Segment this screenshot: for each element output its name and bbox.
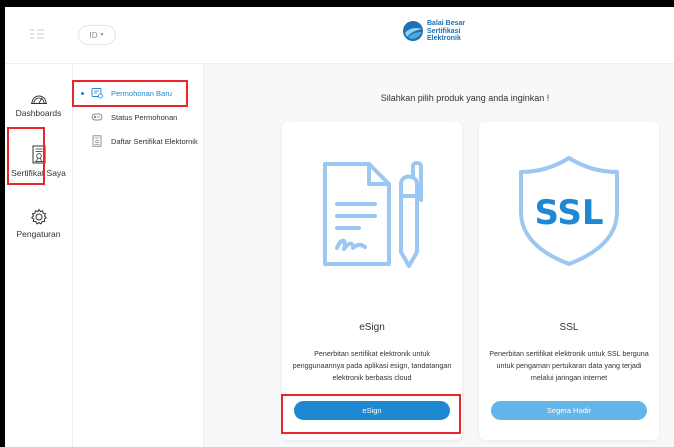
submenu-panel: Permohonan Baru Status Permohonan Daftar… [73,64,204,447]
brand-text: Balai Besar Sertifikasi Elektronik [427,20,465,43]
brand-line: Elektronik [427,35,461,42]
rail-label: Pengaturan [16,229,61,239]
rail-label: Dashboards [15,108,62,118]
rail-label: Sertifikat Saya [11,168,66,178]
new-request-icon [91,88,103,99]
certificate-list-icon [92,135,102,147]
esign-button[interactable]: eSign [294,401,450,420]
brand-line: Balai Besar [427,20,466,27]
language-selector[interactable]: ID ▼ [78,25,116,45]
brand-logo: Balai Besar Sertifikasi Elektronik [402,20,465,43]
page-heading: Silahkan pilih produk yang anda inginkan… [380,93,550,103]
submenu-item-permohonan-baru[interactable]: Permohonan Baru [73,84,203,102]
submenu-item-status-permohonan[interactable]: Status Permohonan [73,108,203,126]
card-description: Penerbitan sertifikat elektronik untuk S… [489,349,649,382]
card-title: SSL [559,322,579,333]
status-icon [91,113,103,121]
gauge-icon [30,95,47,104]
app-window: ID ▼ Balai Besar Sertifikasi Elektronik [5,7,674,447]
menu-toggle-icon[interactable] [29,27,45,41]
document-pen-illustration [323,161,423,268]
brand-line: Sertifikasi [427,27,461,35]
active-bullet [81,91,84,95]
card-description: Penerbitan sertifikat elektronik untuk p… [292,349,452,382]
submenu-label: Status Permohonan [111,112,178,122]
language-label: ID [89,30,98,40]
product-card-esign: eSign Penerbitan sertifikat elektronik u… [282,122,462,440]
submenu-label: Daftar Sertifikat Elektornik [111,136,198,146]
gear-icon [30,208,47,225]
certificate-icon [32,145,45,164]
icon-sidebar: Dashboards Sertifikat Saya Pengaturan [5,64,73,447]
rail-item-sertifikat-saya[interactable]: Sertifikat Saya [5,145,72,178]
top-header: ID ▼ Balai Besar Sertifikasi Elektronik [5,7,674,64]
caret-down-icon: ▼ [99,32,105,38]
submenu-item-daftar-sertifikat[interactable]: Daftar Sertifikat Elektornik [73,132,203,150]
coming-soon-button[interactable]: Segera Hadir [491,401,647,420]
product-card-ssl: SSL SSL Penerbitan sertifikat elektronik… [479,122,659,440]
rail-item-pengaturan[interactable]: Pengaturan [5,208,72,239]
submenu-label: Permohonan Baru [111,88,172,98]
rail-item-dashboards[interactable]: Dashboards [5,91,72,118]
shield-icon: SSL [519,156,619,266]
bsre-logo-icon [403,21,423,42]
ssl-shield-text: SSL [534,193,603,233]
card-title: eSign [359,322,385,333]
